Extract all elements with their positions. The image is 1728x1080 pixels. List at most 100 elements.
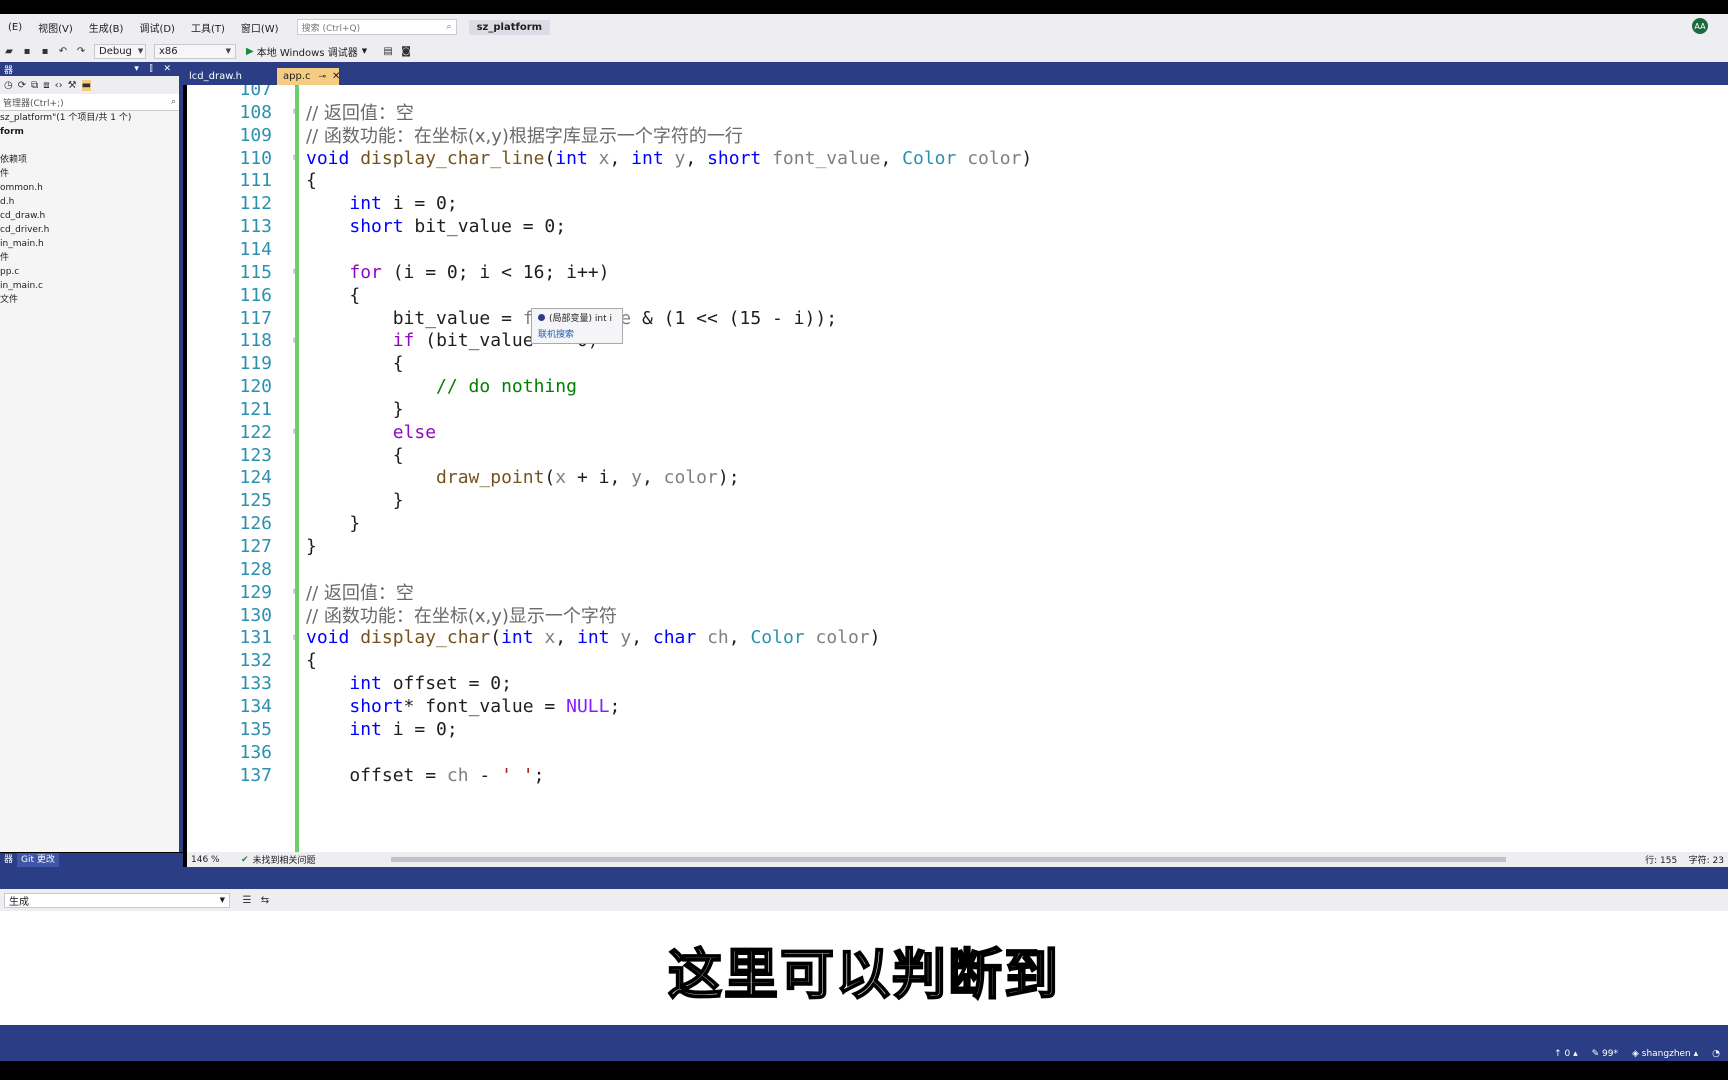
- code-line[interactable]: 128: [187, 557, 1728, 582]
- code-line[interactable]: 132 {: [187, 648, 1728, 673]
- code-line[interactable]: 123 {: [187, 443, 1728, 468]
- branch-indicator[interactable]: ◈ shangzhen ▴: [1632, 1049, 1698, 1059]
- document-tabs: lcd_draw.h app.c ⊸ ✕: [183, 62, 1728, 85]
- char-indicator: 字符: 23: [1688, 856, 1724, 866]
- horizontal-scrollbar[interactable]: [391, 857, 1506, 862]
- clear-all-icon[interactable]: ☰: [240, 893, 254, 907]
- menu-view[interactable]: 视图(V): [30, 20, 81, 35]
- search-online-link[interactable]: 联机搜索: [538, 327, 616, 340]
- code-line[interactable]: 115⊟ for (i = 0; i < 16; i++): [187, 260, 1728, 285]
- bottom-black-band: [0, 1061, 1728, 1080]
- collapse-icon[interactable]: ⧉: [31, 80, 38, 91]
- code-line[interactable]: 124 draw_point(x + i, y, color);: [187, 465, 1728, 490]
- line-number: 107: [239, 85, 272, 100]
- config-select[interactable]: Debug ▼: [94, 43, 146, 59]
- tree-item[interactable]: cd_driver.h: [0, 223, 179, 237]
- menu-window[interactable]: 窗口(W): [233, 20, 287, 35]
- search-input[interactable]: 搜索 (Ctrl+Q) ⌕: [296, 19, 457, 35]
- tree-item[interactable]: in_main.c: [0, 279, 179, 293]
- tree-solution[interactable]: sz_platform"(1 个项目/共 1 个): [0, 111, 179, 125]
- tree-item[interactable]: 件: [0, 167, 179, 181]
- history-icon[interactable]: ◷: [4, 80, 13, 91]
- changes-indicator[interactable]: ✎ 99*: [1592, 1049, 1618, 1059]
- pin-icon[interactable]: ⊸: [319, 72, 327, 82]
- code-line[interactable]: 126 }: [187, 511, 1728, 536]
- code-editor[interactable]: 107108⊟// 返回值：空109 // 函数功能：在坐标(x,y)根据字库显示…: [187, 85, 1728, 852]
- notifications-icon[interactable]: ◔: [1712, 1049, 1720, 1059]
- code-line[interactable]: 117 bit_value = font_value & (1 << (15 -…: [187, 306, 1728, 331]
- issues-indicator[interactable]: ✔ 未找到相关问题: [241, 853, 381, 867]
- cursor-position: 行: 155 字符: 23: [1645, 853, 1728, 866]
- save-all-icon[interactable]: ▪: [38, 44, 52, 58]
- code-line[interactable]: 131⊟void display_char(int x, int y, char…: [187, 625, 1728, 650]
- code-line[interactable]: 112 int i = 0;: [187, 191, 1728, 216]
- line-number: 126: [239, 513, 272, 535]
- tab-app-c[interactable]: app.c ⊸ ✕: [277, 68, 340, 85]
- line-number: 114: [239, 238, 272, 260]
- tree-project[interactable]: form: [0, 125, 179, 139]
- tree-item[interactable]: 依赖项: [0, 153, 179, 167]
- top-black-band: [0, 0, 1728, 14]
- tree-item[interactable]: d.h: [0, 195, 179, 209]
- tree-item[interactable]: ommon.h: [0, 181, 179, 195]
- code-line[interactable]: 122⊟ else: [187, 420, 1728, 445]
- menu-edit[interactable]: (E): [0, 22, 30, 33]
- save-icon[interactable]: ▪: [20, 44, 34, 58]
- tab-git-changes[interactable]: Git 更改: [17, 853, 59, 867]
- preview-icon[interactable]: ▬: [81, 79, 92, 91]
- tree-item[interactable]: cd_draw.h: [0, 209, 179, 223]
- wrench-icon[interactable]: ⚒: [68, 80, 77, 91]
- tree-item[interactable]: 件: [0, 251, 179, 265]
- output-source-select[interactable]: 生成 ▼: [4, 892, 230, 908]
- code-line[interactable]: 113 short bit_value = 0;: [187, 214, 1728, 239]
- explorer-search-input[interactable]: 管理器(Ctrl+;) ⌕: [0, 94, 179, 111]
- code-line[interactable]: 135 int i = 0;: [187, 717, 1728, 742]
- code-line[interactable]: 130 // 函数功能：在坐标(x,y)显示一个字符: [187, 603, 1728, 628]
- search-icon: ⌕: [170, 97, 176, 107]
- redo-icon[interactable]: ↷: [74, 44, 88, 58]
- code-text: // 函数功能：在坐标(x,y)根据字库显示一个字符的一行: [306, 126, 743, 148]
- code-line[interactable]: 119 {: [187, 351, 1728, 376]
- editor-status-bar: 146 % ✔ 未找到相关问题 行: 155 字符: 23: [187, 852, 1728, 867]
- word-wrap-icon[interactable]: ⇆: [258, 893, 272, 907]
- code-line[interactable]: 108⊟// 返回值：空: [187, 100, 1728, 125]
- open-folder-icon[interactable]: ▰: [2, 44, 16, 58]
- code-line[interactable]: 129⊟// 返回值：空: [187, 580, 1728, 605]
- code-line[interactable]: 125 }: [187, 488, 1728, 513]
- code-line[interactable]: 133 int offset = 0;: [187, 671, 1728, 696]
- code-line[interactable]: 136: [187, 740, 1728, 765]
- avatar[interactable]: AA: [1692, 18, 1708, 34]
- code-line[interactable]: 109 // 函数功能：在坐标(x,y)根据字库显示一个字符的一行: [187, 123, 1728, 148]
- menu-debug[interactable]: 调试(D): [131, 20, 183, 35]
- menu-build[interactable]: 生成(B): [81, 20, 132, 35]
- copy-icon[interactable]: ⧈: [43, 80, 49, 91]
- camera-icon[interactable]: ◙: [399, 44, 413, 58]
- tree-item[interactable]: 文件: [0, 293, 179, 307]
- code-line[interactable]: 110⊟void display_char_line(int x, int y,…: [187, 146, 1728, 171]
- code-icon[interactable]: ‹›: [55, 80, 63, 91]
- code-line[interactable]: 114: [187, 237, 1728, 262]
- zoom-level[interactable]: 146 %: [187, 855, 241, 865]
- find-icon[interactable]: ▤: [381, 44, 395, 58]
- undo-icon[interactable]: ↶: [56, 44, 70, 58]
- panel-controls[interactable]: ▾ ⫿ ✕: [134, 64, 175, 74]
- tree-item[interactable]: pp.c: [0, 265, 179, 279]
- code-line[interactable]: 137 offset = ch - ' ';: [187, 763, 1728, 788]
- code-line[interactable]: 121 }: [187, 397, 1728, 422]
- start-debugging-button[interactable]: ▶ 本地 Windows 调试器 ▼: [246, 44, 367, 59]
- code-line[interactable]: 118⊟ if (bit_value == 0): [187, 328, 1728, 353]
- tab-solution-explorer[interactable]: 器: [0, 853, 17, 867]
- commits-indicator[interactable]: ↑ 0 ▴: [1554, 1049, 1578, 1059]
- tree-item[interactable]: in_main.h: [0, 237, 179, 251]
- code-line[interactable]: 111 {: [187, 168, 1728, 193]
- code-line[interactable]: 116 {: [187, 283, 1728, 308]
- menu-tools[interactable]: 工具(T): [183, 20, 233, 35]
- tab-lcd-draw-h[interactable]: lcd_draw.h: [183, 68, 275, 85]
- code-line[interactable]: 134 short* font_value = NULL;: [187, 694, 1728, 719]
- code-line[interactable]: 120 // do nothing: [187, 374, 1728, 399]
- line-number: 130: [239, 604, 272, 626]
- refresh-icon[interactable]: ⟳: [18, 80, 26, 91]
- platform-select[interactable]: x86 ▼: [154, 43, 236, 59]
- close-icon[interactable]: ✕: [332, 71, 340, 82]
- code-line[interactable]: 127}: [187, 534, 1728, 559]
